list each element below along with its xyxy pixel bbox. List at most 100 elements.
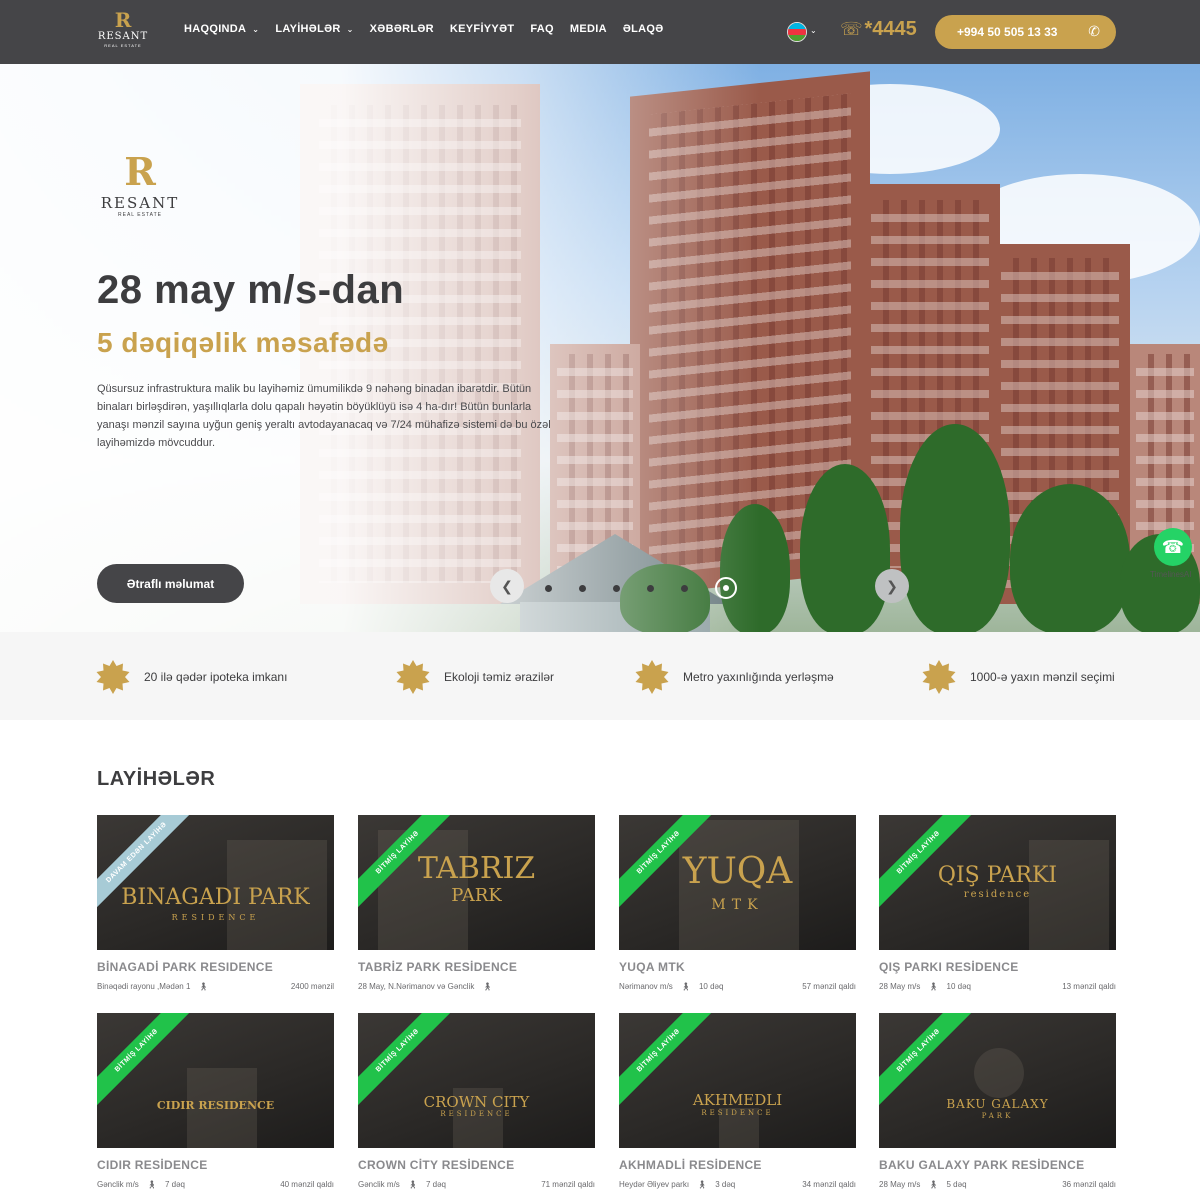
project-name[interactable]: BİNAGADİ PARK RESIDENCE — [97, 960, 334, 974]
project-card-crown-city[interactable]: CROWN CITY RESIDENCE BİTMİŞ LAYİHƏ CROWN… — [358, 1013, 595, 1189]
nav-item-xeberler[interactable]: XƏBƏRLƏR — [370, 23, 434, 35]
nav-item-media[interactable]: MEDIA — [570, 23, 607, 35]
logo-mark: R — [114, 8, 132, 32]
badge-icon — [96, 660, 130, 694]
tree-shape — [1010, 484, 1130, 632]
whatsapp-icon: ☎ — [1161, 536, 1185, 557]
project-thumbnail[interactable]: BAKU GALAXY PARK BİTMİŞ LAYİHƏ — [879, 1013, 1116, 1148]
nav-item-faq[interactable]: FAQ — [530, 23, 554, 35]
project-location: 28 May m/s — [879, 1180, 921, 1189]
slide-dot[interactable] — [613, 584, 620, 592]
project-units: 40 mənzil qaldı — [280, 1180, 334, 1189]
project-card-yuqa[interactable]: YUQA MTK BİTMİŞ LAYİHƏ YUQA MTK Nərimano… — [619, 815, 856, 991]
logo-sub: REAL ESTATE — [118, 212, 162, 218]
project-thumbnail[interactable]: YUQA MTK BİTMİŞ LAYİHƏ — [619, 815, 856, 950]
phone-number: +994 50 505 13 33 — [957, 25, 1058, 39]
project-name[interactable]: CROWN CİTY RESİDENCE — [358, 1158, 595, 1172]
feature-item: 20 ilə qədər ipoteka imkanı — [96, 660, 287, 694]
project-location: 28 May, N.Nərimanov və Gənclik — [358, 982, 475, 991]
whatsapp-label: TimelinesAI — [1150, 570, 1192, 579]
nav-label: HAQQINDA — [184, 23, 247, 35]
project-thumbnail[interactable]: AKHMEDLI RESIDENCE BİTMİŞ LAYİHƏ — [619, 1013, 856, 1148]
project-logo-sub: PARK — [451, 885, 502, 906]
nav-item-keyfiyyet[interactable]: KEYFİYYƏT — [450, 23, 514, 35]
slide-dot[interactable] — [545, 584, 552, 592]
walk-icon: 🚶︎ — [198, 982, 209, 991]
hotline[interactable]: ☏ *4445 — [840, 18, 917, 41]
project-units: 71 mənzil qaldı — [541, 1180, 595, 1189]
chevron-left-icon: ❮ — [501, 577, 513, 594]
feature-item: Metro yaxınlığında yerləşmə — [635, 660, 834, 694]
nav-item-haqqinda[interactable]: HAQQINDA ⌄ — [184, 23, 259, 35]
project-thumbnail[interactable]: CIDIR RESIDENCE BİTMİŞ LAYİHƏ — [97, 1013, 334, 1148]
project-name[interactable]: AKHMADLİ RESİDENCE — [619, 1158, 856, 1172]
project-thumbnail[interactable]: BINAGADI PARK RESIDENCE DAVAM EDƏN LAYİH… — [97, 815, 334, 950]
project-units: 2400 mənzil — [290, 982, 334, 991]
badge-icon — [635, 660, 669, 694]
project-units: 36 mənzil qaldı — [1062, 1180, 1116, 1189]
chevron-down-icon[interactable]: ⌄ — [810, 26, 817, 35]
walk-icon: 🚶︎ — [697, 1180, 708, 1189]
feature-item: 1000-ə yaxın mənzil seçimi — [922, 660, 1115, 694]
project-logo-sub: RESIDENCE — [171, 913, 260, 922]
slide-dot[interactable] — [647, 584, 654, 592]
hero-subtitle: 5 dəqiqəlik məsafədə — [97, 327, 389, 358]
feature-text: 20 ilə qədər ipoteka imkanı — [144, 670, 288, 684]
language-flag-icon[interactable] — [787, 22, 807, 42]
chevron-right-icon: ❯ — [886, 577, 898, 594]
project-card-baku-galaxy[interactable]: BAKU GALAXY PARK BİTMİŞ LAYİHƏ BAKU GALA… — [879, 1013, 1116, 1189]
project-card-binagadi[interactable]: BINAGADI PARK RESIDENCE DAVAM EDƏN LAYİH… — [97, 815, 334, 991]
nav-label: FAQ — [530, 23, 554, 35]
slide-dot[interactable] — [681, 584, 688, 592]
nav-item-layiheler[interactable]: LAYİHƏLƏR ⌄ — [275, 23, 353, 35]
feature-text: Ekoloji təmiz ərazilər — [444, 670, 555, 684]
project-logo-sub: residence — [963, 889, 1032, 900]
project-name[interactable]: CIDIR RESİDENCE — [97, 1158, 334, 1172]
badge-icon — [396, 660, 430, 694]
project-logo-sub: PARK — [981, 1112, 1014, 1120]
hero-title: 28 may m/s-dan — [97, 268, 405, 312]
phone-icon: ✆ — [1088, 23, 1100, 39]
header-logo[interactable]: R RESANT REAL ESTATE — [96, 9, 150, 55]
chevron-down-icon: ⌄ — [252, 24, 260, 34]
project-card-akhmedli[interactable]: AKHMEDLI RESIDENCE BİTMİŞ LAYİHƏ AKHMADL… — [619, 1013, 856, 1189]
project-thumbnail[interactable]: QIŞ PARKI residence BİTMİŞ LAYİHƏ — [879, 815, 1116, 950]
project-card-cidir[interactable]: CIDIR RESIDENCE BİTMİŞ LAYİHƏ CIDIR RESİ… — [97, 1013, 334, 1189]
prev-slide-button[interactable]: ❮ — [490, 569, 524, 603]
tree-shape — [800, 464, 890, 632]
more-info-button[interactable]: Ətraflı məlumat — [97, 564, 244, 603]
project-logo-sub: RESIDENCE — [701, 1109, 774, 1117]
headset-icon: ☏ — [840, 19, 863, 39]
phone-button[interactable]: +994 50 505 13 33 ✆ — [935, 15, 1116, 49]
project-logo-text: CROWN CITY — [423, 1093, 530, 1111]
walk-time: 7 dəq — [425, 1180, 446, 1189]
walk-time: 10 dəq — [698, 982, 724, 991]
tree-shape — [900, 424, 1010, 632]
project-name[interactable]: BAKU GALAXY PARK RESİDENCE — [879, 1158, 1116, 1172]
whatsapp-button[interactable]: ☎ — [1154, 528, 1192, 566]
status-ribbon: BİTMİŞ LAYİHƏ — [879, 1013, 976, 1108]
project-thumbnail[interactable]: TABRIZ PARK BİTMİŞ LAYİHƏ — [358, 815, 595, 950]
project-meta: Heydər Əliyev parkı 🚶︎ 3 dəq 34 mənzil qal… — [619, 1180, 856, 1189]
project-meta: Nərimanov m/s 🚶︎ 10 dəq 57 mənzil qaldı — [619, 982, 856, 991]
walk-time: 5 dəq — [946, 1180, 967, 1189]
project-name[interactable]: TABRİZ PARK RESİDENCE — [358, 960, 595, 974]
walk-icon: 🚶︎ — [928, 1180, 939, 1189]
project-card-qis-parki[interactable]: QIŞ PARKI residence BİTMİŞ LAYİHƏ QIŞ PA… — [879, 815, 1116, 991]
project-meta: Gənclik m/s 🚶︎ 7 dəq 40 mənzil qaldı — [97, 1180, 334, 1189]
slide-dot[interactable] — [579, 584, 586, 592]
project-thumbnail[interactable]: CROWN CITY RESIDENCE BİTMİŞ LAYİHƏ — [358, 1013, 595, 1148]
project-location: Gənclik m/s — [358, 1180, 400, 1189]
nav-item-elaqe[interactable]: ƏLAQƏ — [623, 23, 664, 35]
badge-icon — [922, 660, 956, 694]
project-units: 13 mənzil qaldı — [1062, 982, 1116, 991]
next-slide-button[interactable]: ❯ — [875, 569, 909, 603]
project-card-tabriz[interactable]: TABRIZ PARK BİTMİŞ LAYİHƏ TABRİZ PARK RE… — [358, 815, 595, 991]
slide-dot-active[interactable] — [715, 577, 737, 599]
site-header: R RESANT REAL ESTATE HAQQINDA ⌄ LAYİHƏLƏR… — [0, 0, 1200, 64]
slider-dots — [545, 577, 737, 599]
project-name[interactable]: QIŞ PARKI RESİDENCE — [879, 960, 1116, 974]
project-units: 34 mənzil qaldı — [802, 1180, 856, 1189]
project-logo-sub: RESIDENCE — [440, 1110, 513, 1118]
project-name[interactable]: YUQA MTK — [619, 960, 856, 974]
